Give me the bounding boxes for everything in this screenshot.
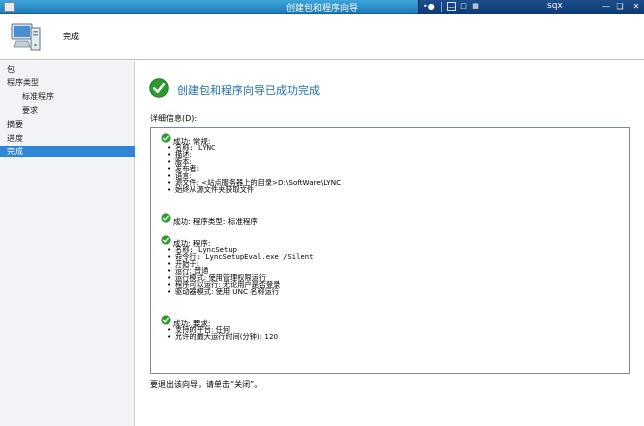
success-check-icon bbox=[161, 133, 171, 143]
computer-icon bbox=[11, 23, 41, 51]
detail-item: 描述: bbox=[167, 151, 341, 158]
success-check-icon bbox=[161, 315, 171, 325]
sidebar-item-progress[interactable]: 进度 bbox=[0, 133, 135, 144]
wizard-step-list: 包 程序类型 标准程序 要求 摘要 进度 完成 bbox=[0, 61, 135, 426]
signal-icon: ▦ bbox=[472, 2, 479, 10]
detail-group-requirements: 成功: 要求: 支持的平台: 任何 允许的最大运行时间(分钟): 120 bbox=[161, 315, 278, 340]
minimize-icon[interactable]: — bbox=[601, 2, 611, 12]
sidebar-item-standard-program[interactable]: 标准程序 bbox=[0, 91, 135, 102]
page-heading: 完成 bbox=[63, 32, 79, 41]
detail-item: 名称: LYNC bbox=[167, 144, 341, 151]
lock-icon[interactable]: □ bbox=[459, 2, 468, 11]
sidebar-item-program-type[interactable]: 程序类型 bbox=[0, 77, 135, 88]
sidebar-item-requirements[interactable]: 要求 bbox=[0, 105, 135, 116]
detail-item: 允许的最大运行时间(分钟): 120 bbox=[167, 333, 278, 340]
close-icon[interactable]: ✕ bbox=[631, 2, 641, 12]
sidebar-item-completion[interactable]: 完成 bbox=[0, 146, 135, 157]
main-content: 创建包和程序向导已成功完成 详细信息(D): 成功: 常规: 名称: LYNC … bbox=[136, 61, 644, 426]
restore-icon[interactable]: ❏ bbox=[615, 2, 625, 12]
exit-instruction: 要退出该向导，请单击“关闭”。 bbox=[150, 380, 263, 389]
success-check-icon bbox=[161, 213, 171, 223]
detail-group-general: 成功: 常规: 名称: LYNC 描述: 版本: 发布者: 语言: 源文件: <… bbox=[161, 133, 341, 193]
detail-item: 驱动器模式: 使用 UNC 名称运行 bbox=[167, 288, 313, 295]
completion-headline: 创建包和程序向导已成功完成 bbox=[177, 84, 320, 97]
detail-item: 始终从源文件夹获取文件 bbox=[167, 186, 341, 193]
remote-host-name: sqx bbox=[547, 1, 563, 11]
sidebar-item-summary[interactable]: 摘要 bbox=[0, 119, 135, 130]
connection-bar-minimize-icon[interactable]: — bbox=[447, 2, 456, 11]
detail-item: 发布者: bbox=[167, 165, 341, 172]
remote-connection-bar: •● — □ ▦ sqx — ❏ ✕ bbox=[418, 0, 644, 14]
pin-icon[interactable]: •● bbox=[423, 2, 437, 11]
sidebar-item-package[interactable]: 包 bbox=[0, 64, 135, 75]
separator bbox=[441, 2, 442, 12]
detail-group-program: 成功: 程序: 名称: LyncSetup 命令行: LyncSetupEval… bbox=[161, 235, 313, 295]
details-text-box[interactable]: 成功: 常规: 名称: LYNC 描述: 版本: 发布者: 语言: 源文件: <… bbox=[150, 127, 630, 374]
details-label: 详细信息(D): bbox=[150, 114, 198, 123]
success-check-icon bbox=[161, 235, 171, 245]
wizard-header: 完成 bbox=[0, 14, 644, 60]
success-check-icon bbox=[149, 78, 169, 98]
detail-group-title: 成功: 程序类型: 标准程序 bbox=[173, 217, 258, 226]
